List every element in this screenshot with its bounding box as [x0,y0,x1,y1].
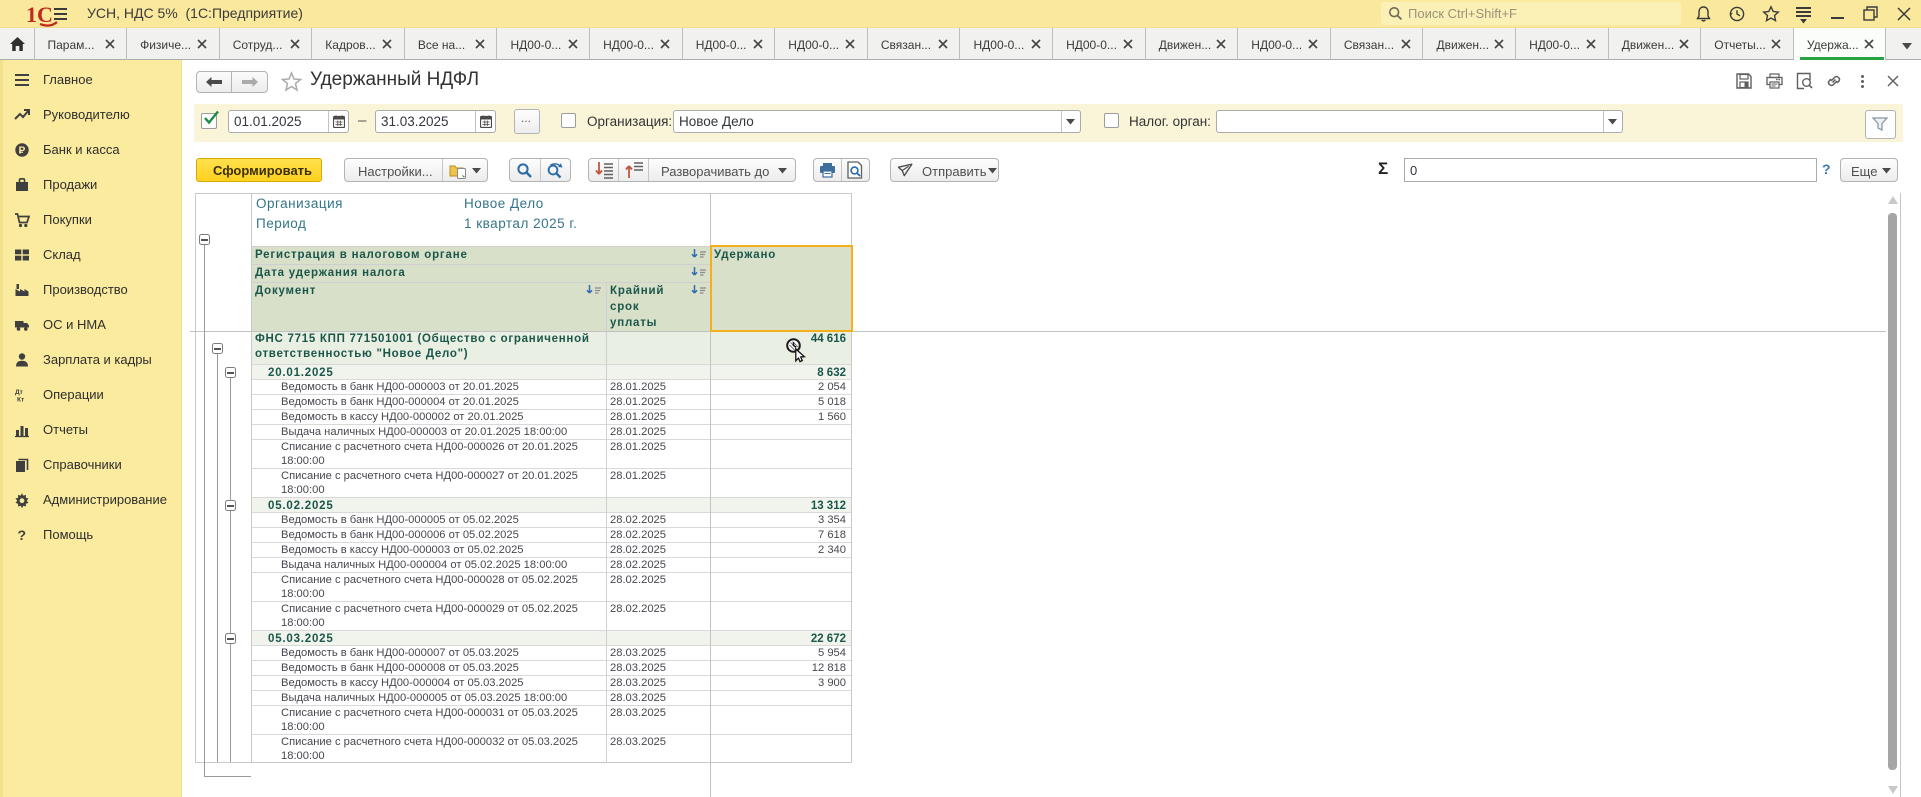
svg-text:?: ? [18,527,27,543]
svg-text:Кт: Кт [17,397,24,404]
svg-text:Р: Р [19,146,26,157]
svg-text:Дт: Дт [15,389,23,396]
svg-text:1С: 1С [26,3,53,27]
